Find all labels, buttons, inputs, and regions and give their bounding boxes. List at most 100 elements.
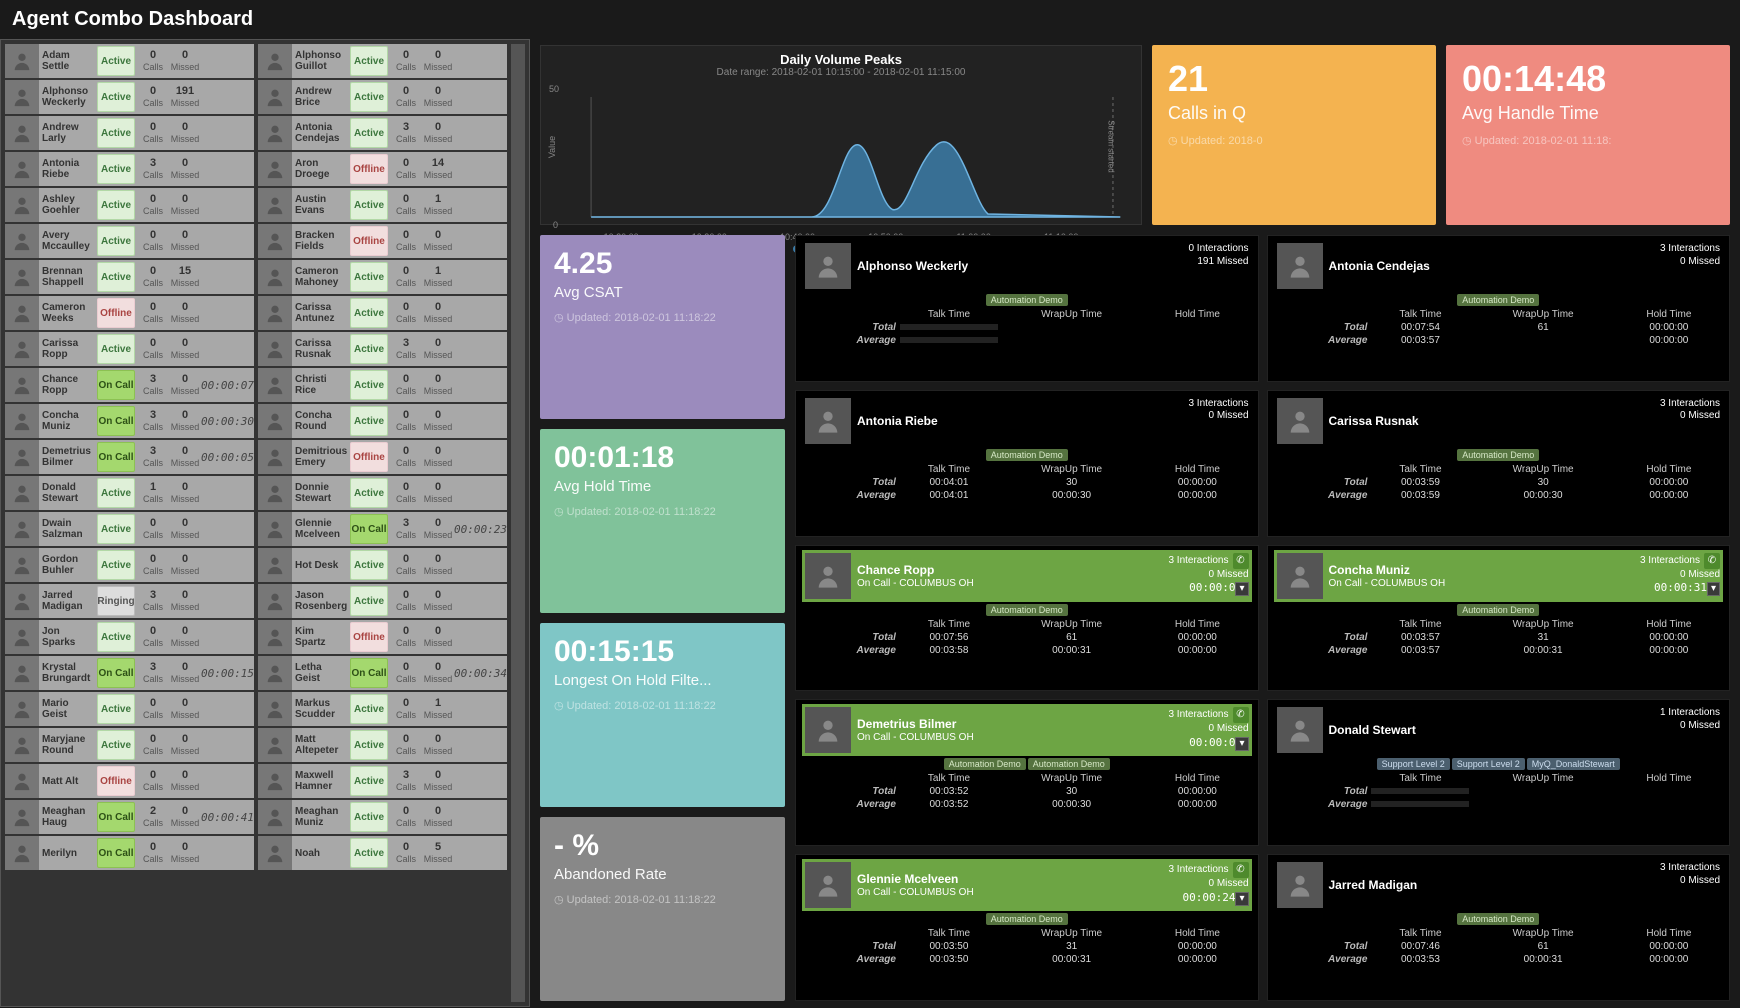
agent-row[interactable]: Ashley GoehlerActive0Calls0Missed xyxy=(5,188,254,222)
agent-row[interactable]: Jon SparksActive0Calls0Missed xyxy=(5,620,254,654)
agent-row[interactable]: Carissa RusnakActive3Calls0Missed xyxy=(258,332,507,366)
agent-card[interactable]: Alphonso Weckerly0 Interactions191 Misse… xyxy=(795,235,1259,382)
agent-row[interactable]: NoahActive0Calls5Missed xyxy=(258,836,507,870)
agent-row[interactable]: Demitrious EmeryOffline0Calls0Missed xyxy=(258,440,507,474)
kpi-tile[interactable]: 4.25Avg CSATUpdated: 2018-02-01 11:18:22 xyxy=(540,235,785,419)
avatar xyxy=(805,243,851,289)
agent-card[interactable]: Antonia Cendejas3 Interactions0 MissedAu… xyxy=(1267,235,1731,382)
agent-row[interactable]: Carissa AntunezActive0Calls0Missed xyxy=(258,296,507,330)
kpi-tile[interactable]: 21Calls in QUpdated: 2018-0 xyxy=(1152,45,1436,225)
agent-name: Bracken Fields xyxy=(292,230,348,252)
agent-card[interactable]: Glennie McelveenOn Call - COLUMBUS OH3 I… xyxy=(795,854,1259,1001)
agent-row[interactable]: Alphonso WeckerlyActive0Calls191Missed xyxy=(5,80,254,114)
agent-card[interactable]: Concha MunizOn Call - COLUMBUS OH3 Inter… xyxy=(1267,545,1731,692)
kpi-tile[interactable]: 00:01:18Avg Hold TimeUpdated: 2018-02-01… xyxy=(540,429,785,613)
agent-row[interactable]: Gordon BuhlerActive0Calls0Missed xyxy=(5,548,254,582)
kpi-tile[interactable]: 00:15:15Longest On Hold Filte...Updated:… xyxy=(540,623,785,807)
agent-row[interactable]: Alphonso GuillotActive0Calls0Missed xyxy=(258,44,507,78)
avatar xyxy=(5,260,39,294)
agent-row[interactable]: Markus ScudderActive0Calls1Missed xyxy=(258,692,507,726)
agent-row[interactable]: Hot DeskActive0Calls0Missed xyxy=(258,548,507,582)
agent-row[interactable]: Concha MunizOn Call3Calls0Missed00:00:30 xyxy=(5,404,254,438)
agent-name: Noah xyxy=(292,848,348,859)
agent-row[interactable]: Chance RoppOn Call3Calls0Missed00:00:07 xyxy=(5,368,254,402)
agent-row[interactable]: Austin EvansActive0Calls1Missed xyxy=(258,188,507,222)
kpi-tile[interactable]: 00:14:48Avg Handle TimeUpdated: 2018-02-… xyxy=(1446,45,1730,225)
agent-row[interactable]: Maxwell HamnerActive3Calls0Missed xyxy=(258,764,507,798)
agent-card[interactable]: Antonia Riebe3 Interactions0 MissedAutom… xyxy=(795,390,1259,537)
card-stats: 3 Interactions0 Missed xyxy=(1660,862,1720,908)
agent-card[interactable]: Demetrius BilmerOn Call - COLUMBUS OH3 I… xyxy=(795,699,1259,846)
calls-count: 3Calls xyxy=(137,157,169,181)
agent-row[interactable]: Kim SpartzOffline0Calls0Missed xyxy=(258,620,507,654)
agent-row[interactable]: Cameron WeeksOffline0Calls0Missed xyxy=(5,296,254,330)
tag-row: Automation Demo xyxy=(1274,449,1724,461)
agent-row[interactable]: MerilynOn Call0Calls0Missed xyxy=(5,836,254,870)
agent-row[interactable]: Krystal BrungardtOn Call3Calls0Missed00:… xyxy=(5,656,254,690)
agent-row[interactable]: Cameron MahoneyActive0Calls1Missed xyxy=(258,260,507,294)
phone-icon[interactable]: ✆ xyxy=(1233,707,1249,723)
agent-name: Jarred Madigan xyxy=(39,590,95,612)
missed-count: 0Missed xyxy=(422,337,454,361)
agent-row[interactable]: Christi RiceActive0Calls0Missed xyxy=(258,368,507,402)
calls-count: 0Calls xyxy=(137,49,169,73)
agent-row[interactable]: Concha RoundActive0Calls0Missed xyxy=(258,404,507,438)
agent-row[interactable]: Letha GeistOn Call0Calls0Missed00:00:34 xyxy=(258,656,507,690)
card-dropdown[interactable]: ▾ xyxy=(1707,582,1720,596)
phone-icon[interactable]: ✆ xyxy=(1233,553,1249,569)
agent-card[interactable]: Donald Stewart1 Interactions0 MissedSupp… xyxy=(1267,699,1731,846)
card-dropdown[interactable]: ▾ xyxy=(1235,892,1248,906)
missed-count: 0Missed xyxy=(169,805,201,829)
calls-count: 0Calls xyxy=(137,733,169,757)
card-dropdown[interactable]: ▾ xyxy=(1235,737,1248,751)
kpi-tile[interactable]: - %Abandoned RateUpdated: 2018-02-01 11:… xyxy=(540,817,785,1001)
card-dropdown[interactable]: ▾ xyxy=(1235,582,1248,596)
calls-count: 0Calls xyxy=(137,337,169,361)
missed-count: 0Missed xyxy=(169,157,201,181)
agent-row[interactable]: Adam SettleActive0Calls0Missed xyxy=(5,44,254,78)
agent-row[interactable]: Meaghan HaugOn Call2Calls0Missed00:00:41 xyxy=(5,800,254,834)
agent-row[interactable]: Bracken FieldsOffline0Calls0Missed xyxy=(258,224,507,258)
agent-row[interactable]: Matt AltOffline0Calls0Missed xyxy=(5,764,254,798)
agent-row[interactable]: Demetrius BilmerOn Call3Calls0Missed00:0… xyxy=(5,440,254,474)
phone-icon[interactable]: ✆ xyxy=(1704,553,1720,569)
agent-row[interactable]: Andrew BriceActive0Calls0Missed xyxy=(258,80,507,114)
queue-tag: Support Level 2 xyxy=(1377,758,1450,770)
agent-row[interactable]: Maryjane RoundActive0Calls0Missed xyxy=(5,728,254,762)
calls-count: 3Calls xyxy=(390,769,422,793)
agent-row[interactable]: Meaghan MunizActive0Calls0Missed xyxy=(258,800,507,834)
agent-row[interactable]: Andrew LarlyActive0Calls0Missed xyxy=(5,116,254,150)
agent-cards-grid[interactable]: Alphonso Weckerly0 Interactions191 Misse… xyxy=(795,235,1730,1001)
calls-count: 0Calls xyxy=(137,553,169,577)
status-badge: On Call xyxy=(97,406,135,436)
scrollbar[interactable] xyxy=(511,44,525,1002)
agent-row[interactable]: Antonia CendejasActive3Calls0Missed xyxy=(258,116,507,150)
agent-row[interactable]: Mario GeistActive0Calls0Missed xyxy=(5,692,254,726)
agent-row[interactable]: Aron DroegeOffline0Calls14Missed xyxy=(258,152,507,186)
agent-column-1[interactable]: Adam SettleActive0Calls0MissedAlphonso W… xyxy=(5,44,254,1002)
agent-row[interactable]: Dwain SalzmanActive0Calls0Missed xyxy=(5,512,254,546)
agent-row[interactable]: Donnie StewartActive0Calls0Missed xyxy=(258,476,507,510)
agent-row[interactable]: Carissa RoppActive0Calls0Missed xyxy=(5,332,254,366)
card-stats: 1 Interactions0 Missed xyxy=(1660,707,1720,753)
agent-row[interactable]: Brennan ShappellActive0Calls15Missed xyxy=(5,260,254,294)
agent-row[interactable]: Avery MccaulleyActive0Calls0Missed xyxy=(5,224,254,258)
agent-name: Markus Scudder xyxy=(292,698,348,720)
agent-card[interactable]: Carissa Rusnak3 Interactions0 MissedAuto… xyxy=(1267,390,1731,537)
agent-row[interactable]: Donald StewartActive1Calls0Missed xyxy=(5,476,254,510)
missed-count: 0Missed xyxy=(422,481,454,505)
agent-row[interactable]: Matt AltepeterActive0Calls0Missed xyxy=(258,728,507,762)
agent-row[interactable]: Antonia RiebeActive3Calls0Missed xyxy=(5,152,254,186)
agent-column-2[interactable]: Alphonso GuillotActive0Calls0MissedAndre… xyxy=(258,44,507,1002)
phone-icon[interactable]: ✆ xyxy=(1233,862,1249,878)
agent-card[interactable]: Chance RoppOn Call - COLUMBUS OH3 Intera… xyxy=(795,545,1259,692)
agent-row[interactable]: Glennie McelveenOn Call3Calls0Missed00:0… xyxy=(258,512,507,546)
agent-name: Matt Alt xyxy=(39,776,95,787)
queue-tag: Automation Demo xyxy=(1457,294,1539,306)
agent-card[interactable]: Jarred Madigan3 Interactions0 MissedAuto… xyxy=(1267,854,1731,1001)
agent-row[interactable]: Jason RosenbergActive0Calls0Missed xyxy=(258,584,507,618)
avatar xyxy=(258,260,292,294)
agent-name: Gordon Buhler xyxy=(39,554,95,576)
agent-row[interactable]: Jarred MadiganRinging3Calls0Missed xyxy=(5,584,254,618)
status-badge: Active xyxy=(350,370,388,400)
